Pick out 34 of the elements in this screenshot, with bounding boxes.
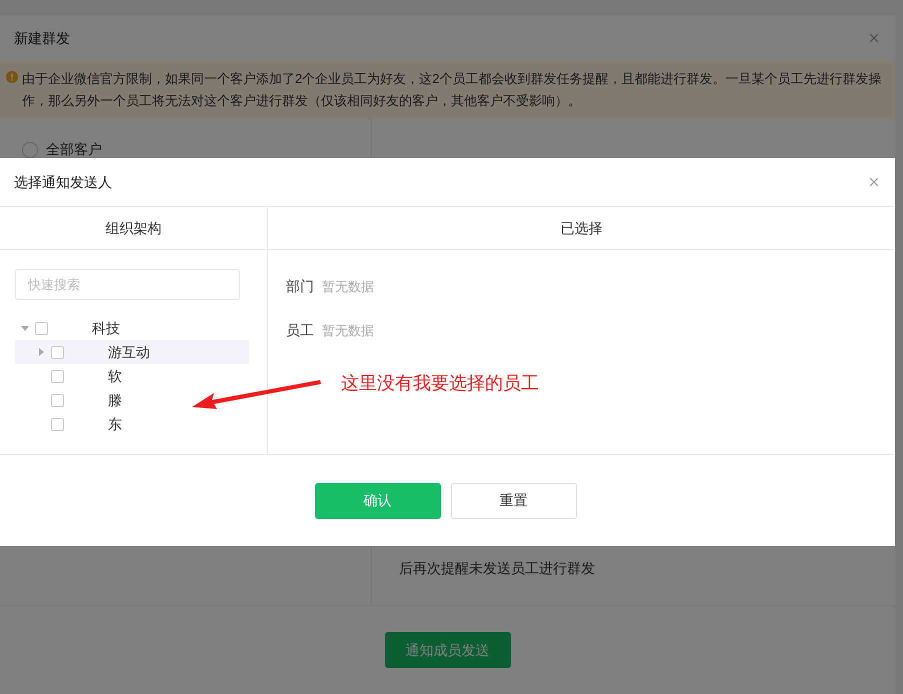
empty-text: 暂无数据 [322, 278, 374, 296]
hint-text: 后再次提醒未发送员工进行群发 [399, 559, 596, 578]
column-header: 已选择 [560, 218, 602, 238]
checkbox[interactable] [35, 322, 48, 334]
modal-title: 新建群发 [14, 28, 70, 48]
group-label: 部门 [286, 277, 314, 296]
tree-label: 游互动 [108, 342, 150, 362]
notice-text: 由于企业微信官方限制，如果同一个客户添加了2个企业员工为好友，这2个员工都会收到群发任务提醒，且都能进行群发。一旦某个员工先进行群发操作，那么另外一个员工将无法对这个客户进行群发（仅该相同好友的客户，其他客户不受影响）。 [22, 70, 882, 110]
caret-down-icon[interactable] [21, 324, 29, 332]
radio-label: 全部客户 [46, 140, 102, 159]
checkbox[interactable] [51, 370, 64, 382]
tree-item[interactable]: 科技 [15, 316, 249, 340]
column-header: 组织架构 [106, 218, 162, 238]
tree-label: 东 [108, 414, 122, 434]
caret-right-icon[interactable] [37, 348, 45, 356]
close-icon[interactable] [867, 31, 881, 45]
checkbox[interactable] [51, 346, 64, 358]
tree-item[interactable]: 滕 [15, 388, 249, 412]
tree-item[interactable]: 游互动 [15, 340, 249, 364]
checkbox[interactable] [51, 418, 64, 430]
tree-label: 科技 [92, 318, 120, 338]
checkbox[interactable] [51, 394, 64, 406]
tree-label: 软 [108, 366, 122, 386]
annotation-text: 这里没有我要选择的员工 [341, 372, 539, 395]
reset-button[interactable]: 重置 [450, 482, 576, 518]
close-icon[interactable] [867, 175, 881, 189]
empty-text: 暂无数据 [322, 322, 374, 340]
tree-item[interactable]: 软 [15, 364, 249, 388]
search-field[interactable]: 快速搜索 [15, 269, 240, 300]
tree-label: 滕 [108, 390, 122, 410]
group-label: 员工 [286, 321, 314, 340]
tree-item[interactable]: 东 [15, 412, 249, 436]
warning-icon [6, 71, 18, 83]
dialog-title: 选择通知发送人 [14, 172, 112, 192]
